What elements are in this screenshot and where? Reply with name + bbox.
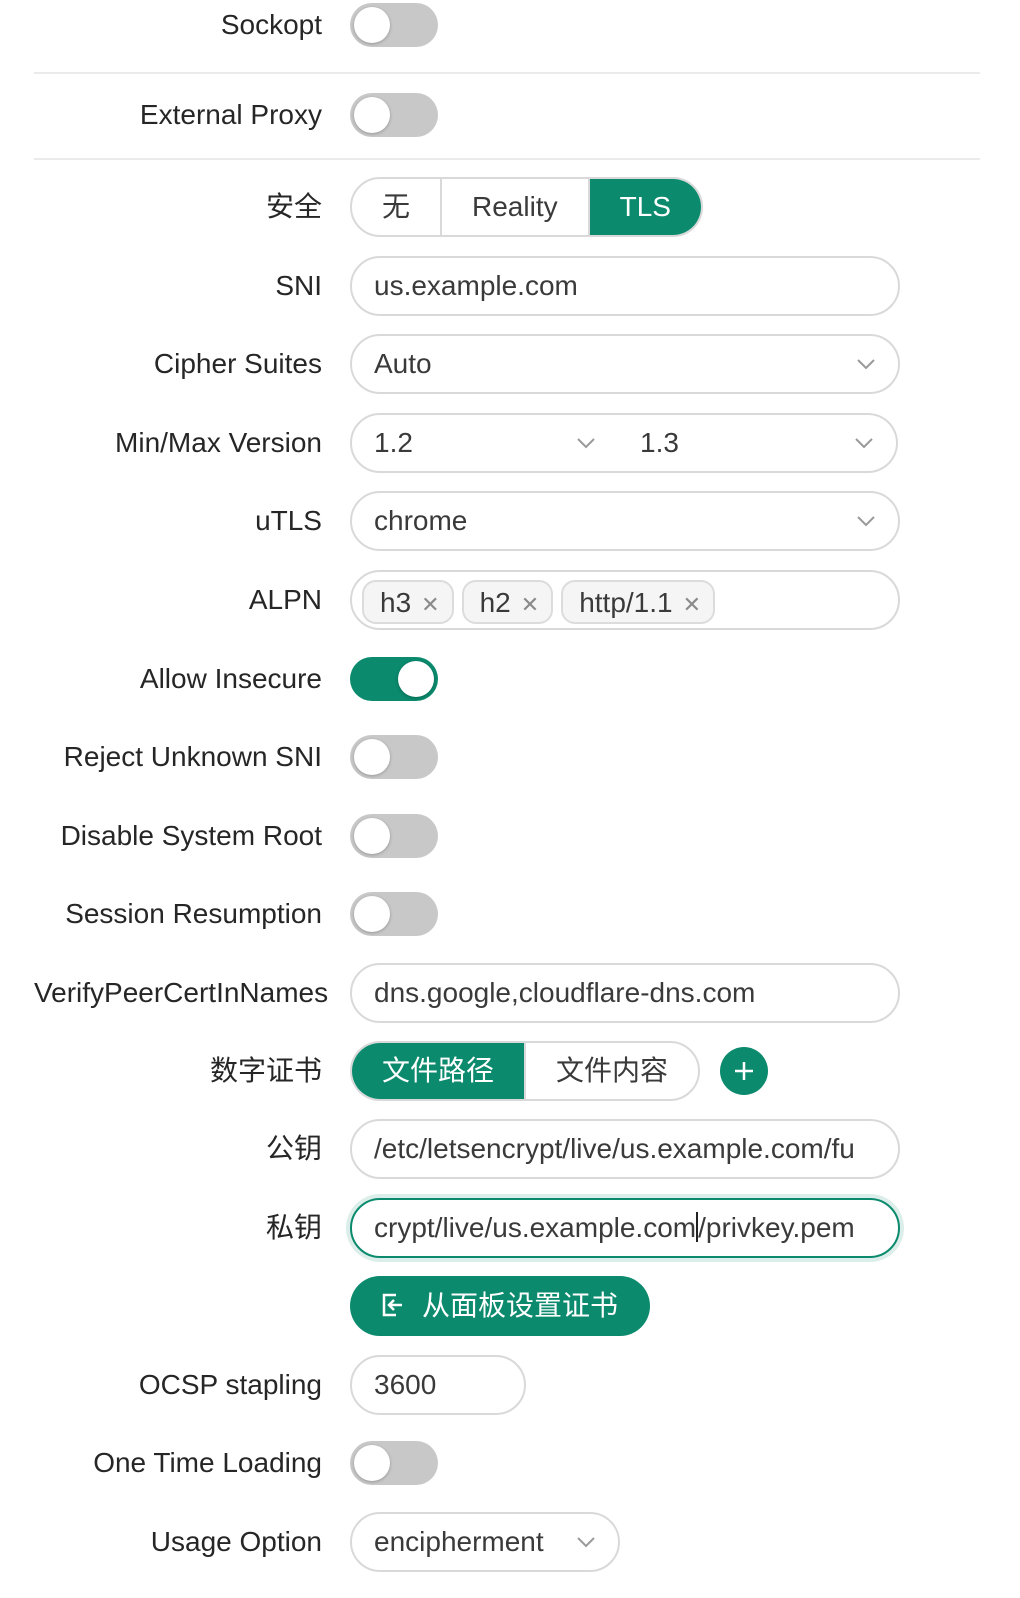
- reject-unknown-sni-row: Reject Unknown SNI: [0, 725, 1020, 789]
- toggle-knob: [354, 97, 390, 133]
- security-option-tls[interactable]: TLS: [589, 179, 701, 235]
- import-icon: [378, 1280, 406, 1317]
- certificate-label: 数字证书: [209, 1055, 322, 1086]
- certificate-option-path[interactable]: 文件路径: [352, 1043, 527, 1099]
- toggle-knob: [354, 1445, 390, 1481]
- one-time-loading-row: One Time Loading: [0, 1431, 1020, 1495]
- security-option-reality[interactable]: Reality: [442, 179, 590, 235]
- alpn-tag: http/1.1 ✕: [561, 579, 716, 626]
- chevron-down-icon: [856, 511, 876, 531]
- version-row: Min/Max Version 1.2 1.3: [0, 411, 1020, 475]
- divider: [34, 72, 980, 74]
- toggle-knob: [354, 818, 390, 854]
- alpn-row: ALPN h3 ✕ h2 ✕ http/1.1 ✕: [0, 568, 1020, 632]
- utls-value: chrome: [374, 505, 468, 536]
- toggle-knob: [354, 7, 390, 43]
- alpn-label: ALPN: [248, 584, 322, 615]
- min-version-value: 1.2: [374, 427, 413, 458]
- min-version-select[interactable]: 1.2: [350, 413, 620, 473]
- chevron-down-icon: [576, 1532, 596, 1552]
- chevron-down-icon: [856, 354, 876, 374]
- utls-label: uTLS: [255, 505, 322, 536]
- max-version-select[interactable]: 1.3: [618, 413, 898, 473]
- utls-row: uTLS chrome: [0, 489, 1020, 553]
- set-cert-from-panel-button[interactable]: 从面板设置证书: [350, 1276, 650, 1336]
- toggle-knob: [398, 661, 434, 697]
- utls-select[interactable]: chrome: [350, 491, 900, 551]
- toggle-knob: [354, 739, 390, 775]
- sockopt-row: Sockopt: [0, 0, 1020, 57]
- allow-insecure-row: Allow Insecure: [0, 647, 1020, 711]
- close-icon[interactable]: ✕: [421, 584, 439, 626]
- divider: [34, 158, 980, 160]
- security-option-none[interactable]: 无: [352, 179, 443, 235]
- disable-system-root-label: Disable System Root: [60, 820, 322, 851]
- alpn-tag-label: h3: [380, 586, 412, 618]
- sockopt-label: Sockopt: [220, 9, 322, 40]
- private-key-value-end: /privkey.pem: [698, 1212, 855, 1243]
- private-key-value-start: crypt/live/us.example.com: [374, 1212, 697, 1243]
- private-key-label: 私钥: [265, 1212, 322, 1243]
- close-icon[interactable]: ✕: [683, 584, 701, 626]
- certificate-option-content[interactable]: 文件内容: [526, 1043, 698, 1099]
- one-time-loading-label: One Time Loading: [93, 1447, 322, 1478]
- certificate-row: 数字证书 文件路径 文件内容: [0, 1039, 1020, 1103]
- verify-peer-label: VerifyPeerCertInNames: [34, 977, 329, 1008]
- security-segmented: 无 Reality TLS: [350, 177, 703, 237]
- usage-option-row: Usage Option encipherment: [0, 1510, 1020, 1574]
- one-time-loading-toggle[interactable]: [350, 1441, 438, 1485]
- public-key-row: 公钥 /etc/letsencrypt/live/us.example.com/…: [0, 1117, 1020, 1181]
- usage-option-label: Usage Option: [150, 1526, 322, 1557]
- cipher-suites-label: Cipher Suites: [153, 348, 322, 379]
- chevron-down-icon: [576, 433, 596, 453]
- set-cert-button-label: 从面板设置证书: [422, 1290, 619, 1321]
- disable-system-root-toggle[interactable]: [350, 814, 438, 858]
- alpn-multiselect[interactable]: h3 ✕ h2 ✕ http/1.1 ✕: [350, 570, 900, 630]
- reject-unknown-sni-toggle[interactable]: [350, 735, 438, 779]
- external-proxy-toggle[interactable]: [350, 93, 438, 137]
- chevron-down-icon: [854, 433, 874, 453]
- sni-input[interactable]: us.example.com: [350, 256, 900, 316]
- public-key-label: 公钥: [265, 1133, 322, 1164]
- private-key-input[interactable]: crypt/live/us.example.com/privkey.pem: [350, 1198, 900, 1258]
- public-key-input[interactable]: /etc/letsencrypt/live/us.example.com/fu: [350, 1119, 900, 1179]
- allow-insecure-toggle[interactable]: [350, 657, 438, 701]
- reject-unknown-sni-label: Reject Unknown SNI: [63, 741, 322, 772]
- cipher-suites-value: Auto: [374, 348, 432, 379]
- ocsp-input[interactable]: 3600: [350, 1355, 526, 1415]
- verify-peer-row: VerifyPeerCertInNames dns.google,cloudfl…: [0, 961, 1020, 1025]
- security-row: 安全 无 Reality TLS: [0, 175, 1020, 239]
- session-resumption-label: Session Resumption: [65, 898, 322, 929]
- security-label: 安全: [265, 191, 322, 222]
- plus-icon: [735, 1062, 753, 1080]
- max-version-value: 1.3: [640, 427, 679, 458]
- session-resumption-toggle[interactable]: [350, 892, 438, 936]
- sni-label: SNI: [275, 270, 322, 301]
- ocsp-row: OCSP stapling 3600: [0, 1353, 1020, 1417]
- close-icon[interactable]: ✕: [521, 584, 539, 626]
- ocsp-label: OCSP stapling: [138, 1369, 322, 1400]
- version-label: Min/Max Version: [115, 427, 322, 458]
- alpn-tag: h3 ✕: [362, 579, 454, 626]
- cipher-suites-select[interactable]: Auto: [350, 334, 900, 394]
- usage-option-value: encipherment: [374, 1526, 544, 1557]
- cipher-suites-row: Cipher Suites Auto: [0, 332, 1020, 396]
- alpn-tag-label: http/1.1: [579, 586, 673, 618]
- private-key-row: 私钥 crypt/live/us.example.com/privkey.pem: [0, 1196, 1020, 1260]
- external-proxy-label: External Proxy: [139, 99, 322, 130]
- usage-option-select[interactable]: encipherment: [350, 1512, 620, 1572]
- session-resumption-row: Session Resumption: [0, 882, 1020, 946]
- add-certificate-button[interactable]: [720, 1047, 768, 1095]
- set-cert-row: 从面板设置证书: [0, 1274, 1020, 1338]
- sockopt-toggle[interactable]: [350, 3, 438, 47]
- external-proxy-row: External Proxy: [0, 83, 1020, 147]
- toggle-knob: [354, 896, 390, 932]
- allow-insecure-label: Allow Insecure: [139, 663, 322, 694]
- alpn-tag-label: h2: [479, 586, 511, 618]
- certificate-segmented: 文件路径 文件内容: [350, 1041, 701, 1101]
- verify-peer-input[interactable]: dns.google,cloudflare-dns.com: [350, 963, 900, 1023]
- sni-row: SNI us.example.com: [0, 254, 1020, 318]
- alpn-tag: h2 ✕: [461, 579, 554, 626]
- disable-system-root-row: Disable System Root: [0, 804, 1020, 868]
